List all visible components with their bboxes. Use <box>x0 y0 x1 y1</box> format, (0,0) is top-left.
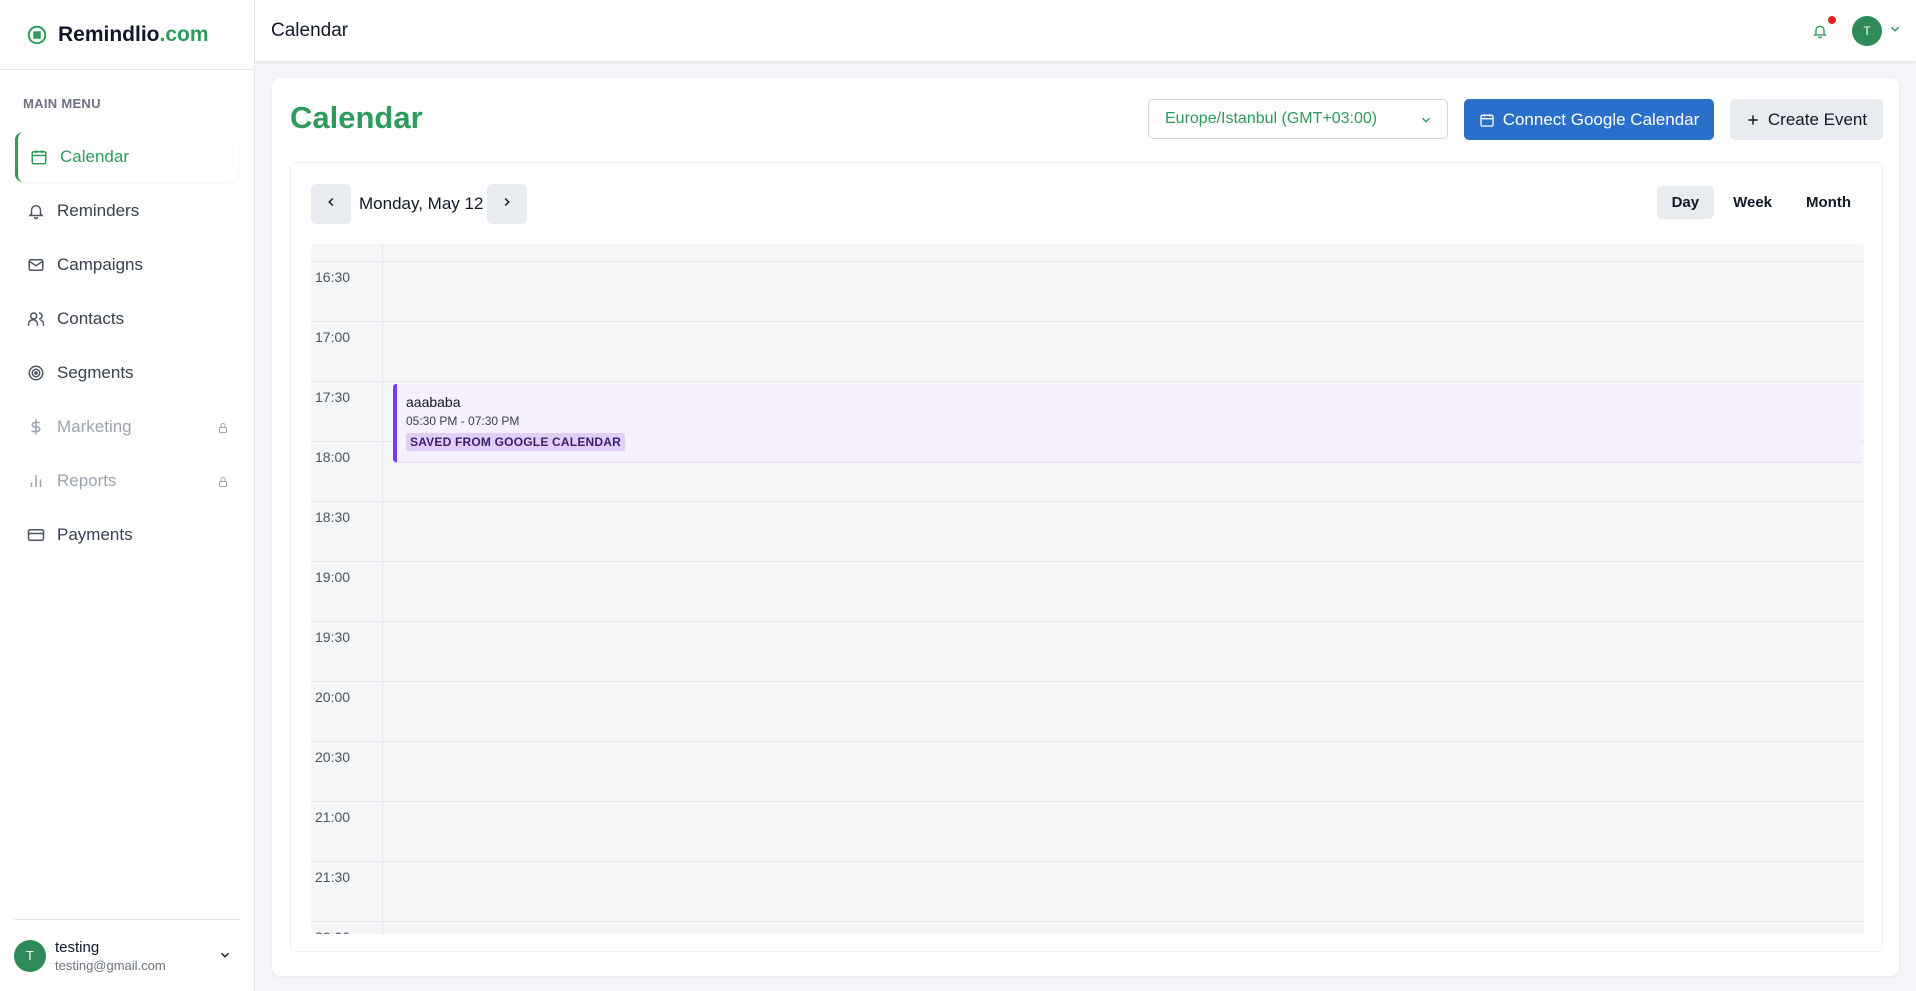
notification-dot <box>1828 16 1836 24</box>
view-month-button[interactable]: Month <box>1791 186 1866 219</box>
sidebar-item-contacts[interactable]: Contacts <box>15 294 239 344</box>
view-week-button[interactable]: Week <box>1718 186 1787 219</box>
chevron-down-icon <box>1419 113 1433 132</box>
topbar-title: Calendar <box>271 19 349 41</box>
user-profile[interactable]: T testing testing@gmail.com <box>14 919 240 991</box>
time-slot-label: 17:00 <box>315 329 351 345</box>
time-slot-label: 18:00 <box>315 449 351 465</box>
event-time: 05:30 PM - 07:30 PM <box>406 414 520 428</box>
time-slot[interactable]: 16:30 <box>311 262 1864 322</box>
dollar-icon <box>27 418 45 436</box>
time-slot-label: 22:00 <box>315 929 350 934</box>
sidebar-item-reports[interactable]: Reports <box>15 456 239 506</box>
time-slot-label: 18:30 <box>315 509 351 525</box>
brand[interactable]: Remindlio.com <box>0 0 254 70</box>
calendar-card: Calendar Europe/Istanbul (GMT+03:00) Con… <box>272 78 1899 976</box>
main-menu: Calendar Reminders Campaigns Contacts Se… <box>0 132 254 560</box>
user-email: testing@gmail.com <box>55 957 166 973</box>
chevron-down-icon[interactable] <box>1888 22 1902 41</box>
time-slot[interactable]: 21:00 <box>311 802 1864 862</box>
time-slot-label: 21:30 <box>315 869 351 885</box>
user-name: testing <box>55 938 100 956</box>
target-icon <box>27 364 45 382</box>
chevron-right-icon <box>500 195 514 214</box>
time-slot-label: 19:00 <box>315 569 351 585</box>
sidebar-item-label: Segments <box>57 363 134 382</box>
sidebar-item-label: Reports <box>57 471 117 490</box>
timezone-select[interactable]: Europe/Istanbul (GMT+03:00) <box>1148 99 1448 139</box>
users-icon <box>27 310 45 328</box>
credit-card-icon <box>27 526 45 544</box>
calendar-view: Monday, May 12 Day Week Month 16:30 17:00… <box>290 162 1883 952</box>
event-source-badge: SAVED FROM GOOGLE CALENDAR <box>406 433 625 451</box>
chevron-down-icon[interactable] <box>218 948 232 967</box>
time-slot[interactable]: 19:30 <box>311 622 1864 682</box>
avatar: T <box>14 939 46 972</box>
time-slot-label: 16:30 <box>315 269 351 285</box>
time-slot-label: 20:00 <box>315 689 351 705</box>
lock-icon <box>217 473 231 487</box>
lock-icon <box>217 419 231 433</box>
day-grid: 16:30 17:00 17:30 18:00 18:30 19:00 19:30 20:00… <box>311 244 1864 934</box>
timezone-value: Europe/Istanbul (GMT+03:00) <box>1165 110 1378 127</box>
connect-google-label: Connect Google Calendar <box>1502 109 1700 129</box>
view-switcher: Day Week Month <box>1653 186 1866 219</box>
logo-icon <box>26 24 48 46</box>
sidebar-item-label: Calendar <box>60 147 129 166</box>
create-event-button[interactable]: Create Event <box>1730 99 1883 140</box>
time-slot[interactable]: 20:30 <box>311 742 1864 802</box>
calendar-icon <box>30 148 48 166</box>
time-slot[interactable]: 18:30 <box>311 502 1864 562</box>
notification-bell-icon[interactable] <box>1810 16 1836 41</box>
time-slot-label: 20:30 <box>315 749 351 765</box>
user-info: testing testing@gmail.com <box>55 939 166 973</box>
sidebar-item-payments[interactable]: Payments <box>15 510 239 560</box>
mail-icon <box>27 256 45 274</box>
time-slot[interactable]: 17:00 <box>311 322 1864 382</box>
sidebar-item-reminders[interactable]: Reminders <box>15 186 239 236</box>
event-title: aaababa <box>406 394 461 410</box>
sidebar-item-label: Payments <box>57 525 133 544</box>
sidebar: Remindlio.com MAIN MENU Calendar Reminde… <box>0 0 255 991</box>
time-slot[interactable]: 20:00 <box>311 682 1864 742</box>
create-event-label: Create Event <box>1767 109 1868 129</box>
sidebar-item-label: Marketing <box>57 417 132 436</box>
sidebar-item-label: Contacts <box>57 309 125 328</box>
calendar-event[interactable]: aaababa 05:30 PM - 07:30 PM SAVED FROM G… <box>393 384 1861 462</box>
sidebar-item-calendar[interactable]: Calendar <box>15 132 239 182</box>
previous-day-button[interactable] <box>311 184 351 224</box>
brand-name: Remindlio.com <box>58 22 209 46</box>
time-slot[interactable]: 22:00 <box>311 922 1864 934</box>
calendar-icon <box>1479 112 1495 128</box>
topbar-actions: T <box>1810 16 1902 46</box>
time-slot[interactable]: 21:30 <box>311 862 1864 922</box>
time-slot[interactable]: 19:00 <box>311 562 1864 622</box>
current-date: Monday, May 12 <box>359 194 484 213</box>
next-day-button[interactable] <box>487 184 527 224</box>
grid-header <box>311 244 1864 262</box>
time-slot-label: 17:30 <box>315 389 351 405</box>
bar-chart-icon <box>27 472 45 490</box>
chevron-left-icon <box>324 195 338 214</box>
plus-icon <box>1746 113 1760 127</box>
sidebar-item-campaigns[interactable]: Campaigns <box>15 240 239 290</box>
time-slot-label: 21:00 <box>315 809 351 825</box>
sidebar-item-segments[interactable]: Segments <box>15 348 239 398</box>
sidebar-item-marketing[interactable]: Marketing <box>15 402 239 452</box>
page-title: Calendar <box>290 100 423 135</box>
topbar: Calendar T <box>255 0 1916 62</box>
bell-icon <box>27 202 45 220</box>
user-avatar[interactable]: T <box>1852 16 1882 46</box>
view-day-button[interactable]: Day <box>1656 186 1715 219</box>
sidebar-item-label: Campaigns <box>57 255 143 274</box>
sidebar-item-label: Reminders <box>57 201 140 220</box>
menu-heading: MAIN MENU <box>23 96 101 111</box>
connect-google-calendar-button[interactable]: Connect Google Calendar <box>1464 99 1714 140</box>
time-slot-label: 19:30 <box>315 629 351 645</box>
